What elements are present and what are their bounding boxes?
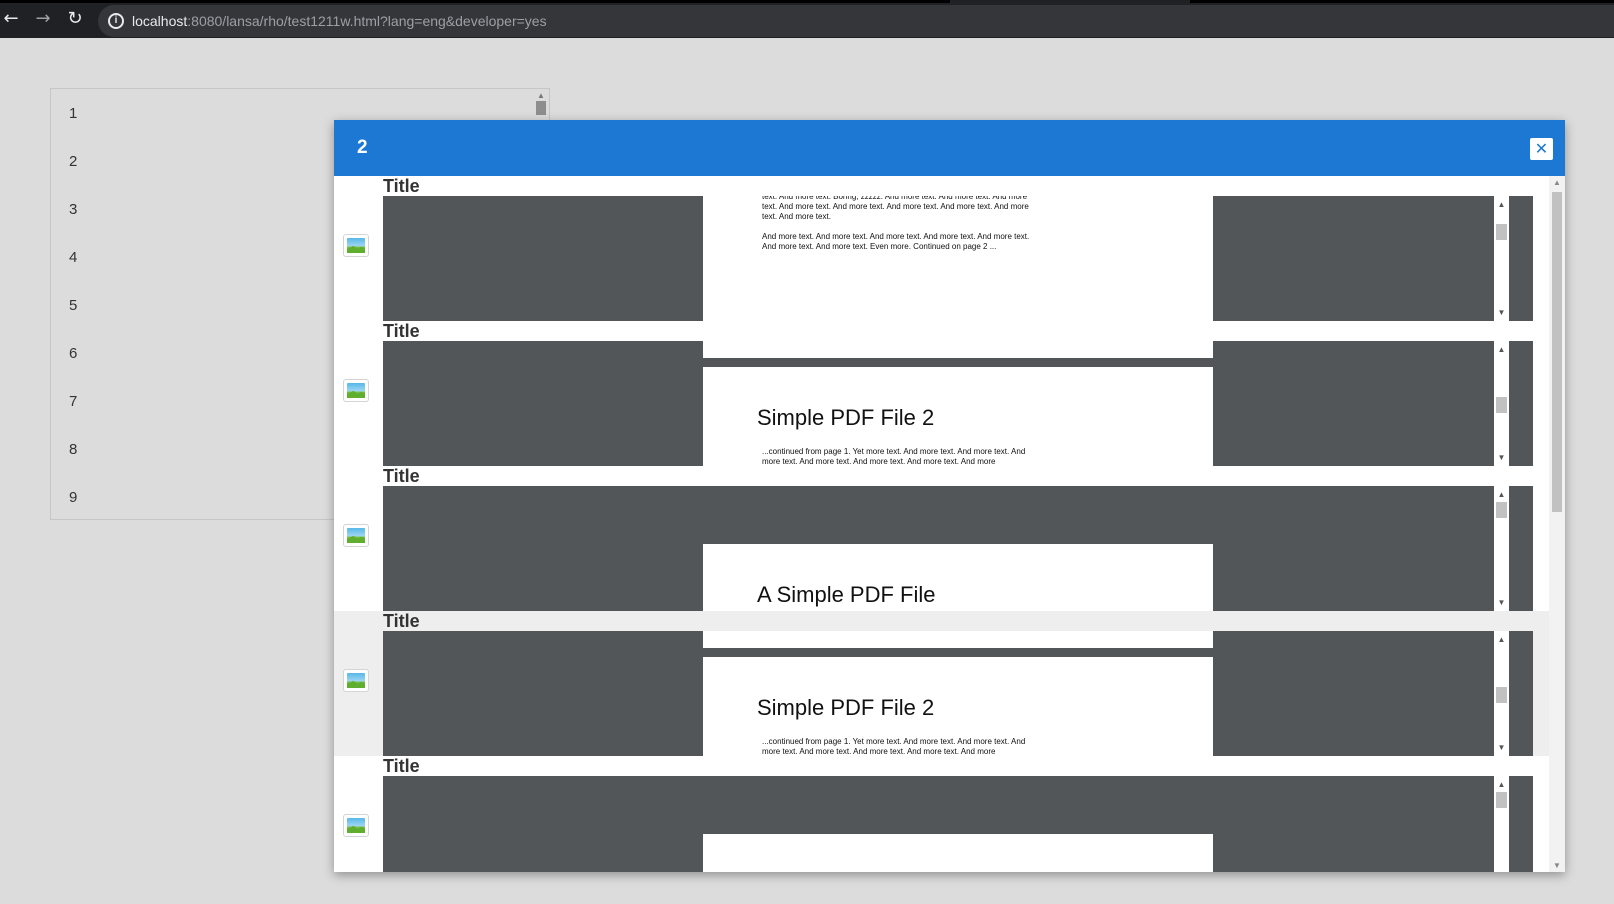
dialog: 2 ✕ Title text. And more text. Boring, z… bbox=[334, 120, 1565, 872]
scrollbar-thumb[interactable] bbox=[1496, 397, 1507, 413]
page-heading: A Simple PDF File bbox=[757, 582, 936, 607]
image-icon bbox=[343, 669, 369, 692]
list-item[interactable]: 7 bbox=[69, 393, 77, 410]
url-path: :8080/lansa/rho/test1211w.html?lang=eng&… bbox=[187, 13, 547, 29]
list-item[interactable]: 9 bbox=[69, 489, 77, 506]
pdf-page bbox=[703, 341, 1213, 358]
dialog-header: 2 ✕ bbox=[334, 120, 1565, 176]
list-item[interactable]: 3 bbox=[69, 201, 77, 218]
image-icon bbox=[343, 379, 369, 402]
scroll-up-icon[interactable]: ▲ bbox=[535, 91, 547, 101]
page-heading: Simple PDF File 2 bbox=[757, 695, 935, 720]
list-item[interactable]: 8 bbox=[69, 441, 77, 458]
scroll-up-icon[interactable]: ▲ bbox=[1494, 200, 1509, 209]
info-icon[interactable]: i bbox=[108, 13, 124, 29]
row-title: Title bbox=[383, 756, 420, 776]
image-icon bbox=[343, 814, 369, 837]
scroll-up-icon[interactable]: ▲ bbox=[1494, 345, 1509, 354]
pdf-page: Simple PDF File 2 ...continued from page… bbox=[703, 367, 1213, 466]
list-item[interactable]: Title text. And more text. Boring, zzzzz… bbox=[334, 176, 1549, 321]
list-item[interactable]: 6 bbox=[69, 345, 77, 362]
pdf-viewer[interactable] bbox=[383, 776, 1533, 872]
scroll-down-icon[interactable]: ▼ bbox=[1494, 308, 1509, 317]
list-item[interactable]: Title Simple PDF File 2 ...continued fro… bbox=[334, 611, 1549, 756]
viewer-scrollbar[interactable]: ▲ ▼ bbox=[1494, 341, 1509, 466]
dialog-body[interactable]: Title text. And more text. Boring, zzzzz… bbox=[334, 176, 1565, 872]
list-item[interactable]: 5 bbox=[69, 297, 77, 314]
url-text[interactable]: localhost:8080/lansa/rho/test1211w.html?… bbox=[132, 13, 547, 29]
scroll-up-icon[interactable]: ▲ bbox=[1494, 780, 1509, 789]
scrollbar-thumb[interactable] bbox=[1496, 792, 1507, 808]
list-scrollbar[interactable]: ▲ bbox=[535, 91, 547, 121]
viewer-scrollbar[interactable]: ▲ ▼ bbox=[1494, 631, 1509, 756]
scrollbar-thumb[interactable] bbox=[1496, 224, 1507, 240]
page-text: ...continued from page 1. Yet more text.… bbox=[762, 447, 1026, 466]
pdf-viewer[interactable]: Simple PDF File 2 ...continued from page… bbox=[383, 631, 1533, 756]
url-host: localhost bbox=[132, 13, 188, 29]
scrollbar-thumb[interactable] bbox=[1496, 502, 1507, 518]
scroll-down-icon[interactable]: ▼ bbox=[1494, 743, 1509, 752]
list-item[interactable]: 4 bbox=[69, 249, 77, 266]
scrollbar-thumb[interactable] bbox=[1552, 192, 1562, 512]
list-item[interactable]: 1 bbox=[69, 105, 77, 122]
list-item[interactable]: Title Simple PDF File 2 ...continued fro… bbox=[334, 321, 1549, 466]
pdf-page: Simple PDF File 2 ...continued from page… bbox=[703, 657, 1213, 756]
dialog-scrollbar[interactable]: ▲ ▼ bbox=[1549, 176, 1565, 872]
pdf-viewer[interactable]: A Simple PDF File bbox=[383, 486, 1533, 611]
tab-indicator bbox=[1190, 0, 1614, 3]
row-title: Title bbox=[383, 321, 420, 341]
pdf-page: A Simple PDF File bbox=[703, 544, 1213, 611]
viewer-scrollbar[interactable]: ▲ ▼ bbox=[1494, 486, 1509, 611]
browser-toolbar: ← → ↻ i localhost:8080/lansa/rho/test121… bbox=[0, 0, 1614, 38]
list-item[interactable]: 2 bbox=[69, 153, 77, 170]
scroll-up-icon[interactable]: ▲ bbox=[1494, 490, 1509, 499]
scrollbar-thumb[interactable] bbox=[536, 101, 546, 115]
back-arrow-icon[interactable]: ← bbox=[0, 8, 22, 30]
dialog-title: 2 bbox=[357, 137, 368, 158]
page-text: And more text. And more text. And more t… bbox=[762, 232, 1030, 251]
list-item[interactable]: Title A Simple PDF File ▲ ▼ bbox=[334, 466, 1549, 611]
page-text: ...continued from page 1. Yet more text.… bbox=[762, 737, 1026, 756]
pdf-page bbox=[703, 631, 1213, 648]
address-bar[interactable]: i localhost:8080/lansa/rho/test1211w.htm… bbox=[98, 5, 1614, 37]
viewer-scrollbar[interactable]: ▲ ▼ bbox=[1494, 776, 1509, 872]
row-title: Title bbox=[383, 611, 420, 631]
reload-icon[interactable]: ↻ bbox=[64, 8, 86, 30]
image-icon bbox=[343, 234, 369, 257]
page-heading: Simple PDF File 2 bbox=[757, 405, 935, 430]
tab-indicator bbox=[0, 0, 950, 3]
image-icon bbox=[343, 524, 369, 547]
viewer-scrollbar[interactable]: ▲ ▼ bbox=[1494, 196, 1509, 321]
close-icon[interactable]: ✕ bbox=[1530, 138, 1553, 160]
page-text: text. And more text. Boring, zzzzz. And … bbox=[762, 196, 1029, 221]
scroll-up-icon[interactable]: ▲ bbox=[1549, 178, 1565, 187]
pdf-page: text. And more text. Boring, zzzzz. And … bbox=[703, 196, 1213, 321]
scroll-down-icon[interactable]: ▼ bbox=[1494, 453, 1509, 462]
list-item[interactable]: Title ▲ ▼ bbox=[334, 756, 1549, 872]
scroll-down-icon[interactable]: ▼ bbox=[1494, 598, 1509, 607]
scroll-up-icon[interactable]: ▲ bbox=[1494, 635, 1509, 644]
scrollbar-thumb[interactable] bbox=[1496, 687, 1507, 703]
forward-arrow-icon[interactable]: → bbox=[32, 8, 54, 30]
row-title: Title bbox=[383, 466, 420, 486]
pdf-viewer[interactable]: text. And more text. Boring, zzzzz. And … bbox=[383, 196, 1533, 321]
pdf-viewer[interactable]: Simple PDF File 2 ...continued from page… bbox=[383, 341, 1533, 466]
pdf-page bbox=[703, 834, 1213, 872]
row-title: Title bbox=[383, 176, 420, 196]
scroll-down-icon[interactable]: ▼ bbox=[1549, 861, 1565, 870]
